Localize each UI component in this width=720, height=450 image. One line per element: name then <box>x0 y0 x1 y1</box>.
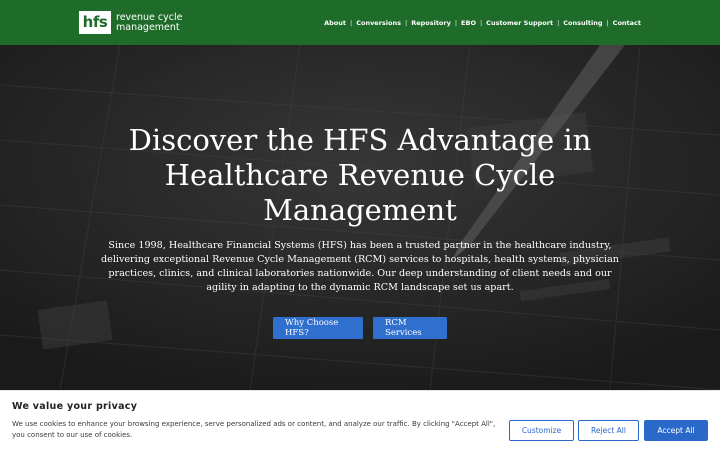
hero-title: Discover the HFS Advantage in Healthcare… <box>128 123 592 227</box>
nav-separator: | <box>350 18 353 27</box>
nav-separator: | <box>606 18 609 27</box>
hero-cta-group: Why Choose HFS? RCM Services <box>0 317 720 339</box>
nav-customer-support[interactable]: Customer Support <box>486 19 553 27</box>
hero-section: Discover the HFS Advantage in Healthcare… <box>0 45 720 390</box>
nav-separator: | <box>454 18 458 27</box>
logo-wordmark: revenue cycle management <box>116 13 182 32</box>
hfs-logo[interactable]: hfs revenue cycle management <box>79 11 182 34</box>
nav-about[interactable]: About <box>324 19 346 27</box>
nav-conversions[interactable]: Conversions <box>356 19 401 27</box>
cookie-title: We value your privacy <box>12 401 138 412</box>
logo-line-2: management <box>116 21 180 33</box>
hero-content: Discover the HFS Advantage in Healthcare… <box>0 45 720 390</box>
reject-all-button[interactable]: Reject All <box>578 420 639 441</box>
site-header: hfs revenue cycle management About | Con… <box>0 0 720 45</box>
rcm-services-button[interactable]: RCM Services <box>373 317 447 339</box>
main-nav: About | Conversions | Repository | EBO |… <box>324 0 641 45</box>
hero-description: Since 1998, Healthcare Financial Systems… <box>101 240 619 293</box>
customize-button[interactable]: Customize <box>509 420 574 441</box>
why-choose-hfs-button[interactable]: Why Choose HFS? <box>273 317 363 339</box>
nav-separator: | <box>479 18 483 27</box>
nav-consulting[interactable]: Consulting <box>563 19 602 27</box>
nav-contact[interactable]: Contact <box>613 19 641 27</box>
nav-separator: | <box>557 18 560 27</box>
cookie-description: We use cookies to enhance your browsing … <box>12 420 496 439</box>
nav-separator: | <box>404 18 408 27</box>
nav-repository[interactable]: Repository <box>411 19 451 27</box>
logo-mark: hfs <box>79 11 111 34</box>
cookie-consent-banner: We value your privacy We use cookies to … <box>0 390 720 450</box>
nav-ebo[interactable]: EBO <box>461 19 476 27</box>
accept-all-button[interactable]: Accept All <box>644 420 708 441</box>
